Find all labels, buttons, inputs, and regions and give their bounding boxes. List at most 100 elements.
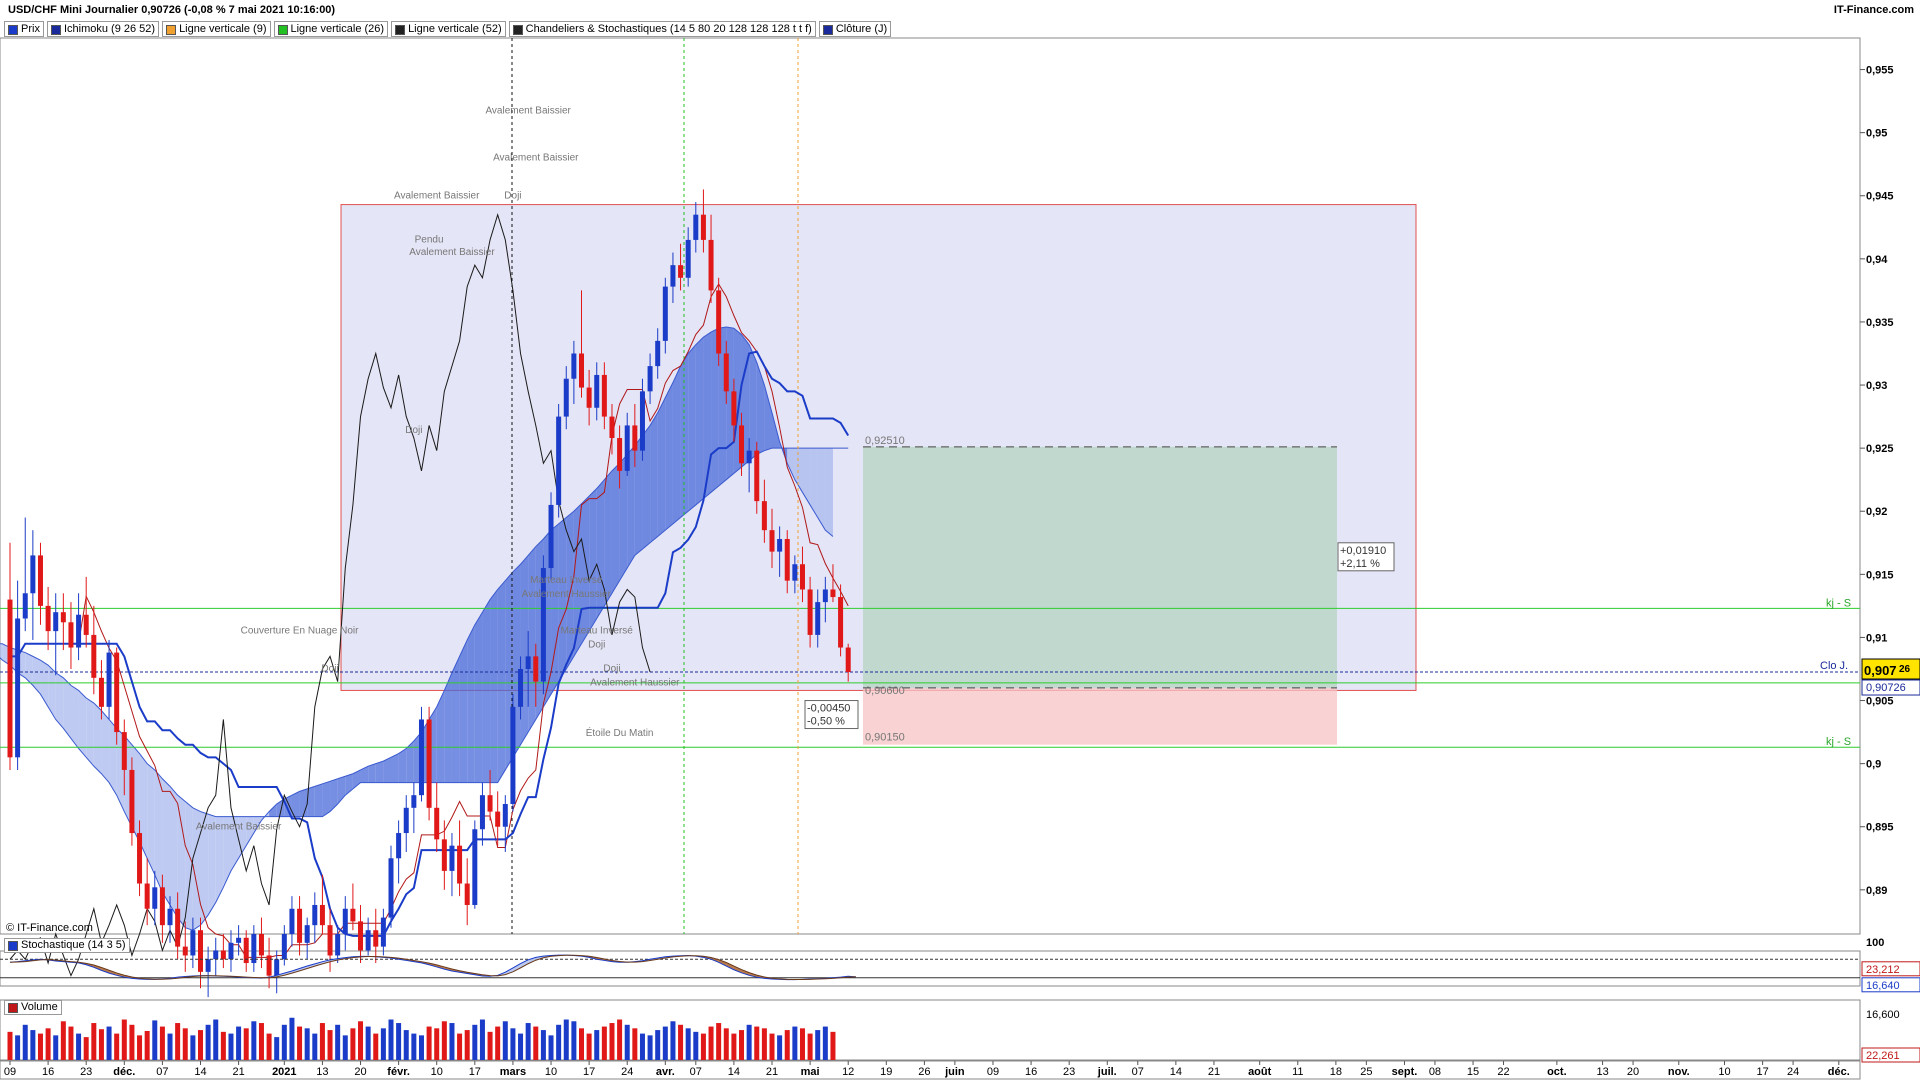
volume-bar xyxy=(396,1023,402,1060)
cloud-segment xyxy=(147,763,155,875)
pattern-label: Étoile Du Matin xyxy=(586,726,654,739)
volume-bar xyxy=(380,1028,386,1060)
price-tick-label: 0,925 xyxy=(1866,443,1894,455)
candle-body xyxy=(289,908,295,934)
volume-bar xyxy=(434,1028,440,1060)
volume-bar xyxy=(723,1028,729,1060)
time-tick-label: 14 xyxy=(728,1066,740,1078)
volume-bar xyxy=(159,1026,165,1060)
time-tick-label: 07 xyxy=(690,1066,702,1078)
cloud-segment xyxy=(482,599,491,783)
cloud-segment xyxy=(314,783,323,817)
cloud-segment xyxy=(665,382,673,531)
candle-body xyxy=(609,416,615,439)
time-tick-label: 15 xyxy=(1467,1066,1479,1078)
time-tick-label: 14 xyxy=(194,1066,206,1078)
volume-bar xyxy=(30,1030,36,1060)
cloud-segment xyxy=(611,463,620,594)
candle-body xyxy=(91,634,97,678)
candle-body xyxy=(495,811,501,827)
cloud-segment xyxy=(672,366,681,524)
candle-body xyxy=(685,239,691,278)
cloud-segment xyxy=(695,337,704,505)
time-tick-label: 21 xyxy=(232,1066,244,1078)
candle-body xyxy=(655,340,661,367)
cloud-segment xyxy=(467,624,475,783)
volume-bar xyxy=(761,1028,767,1060)
candle-body xyxy=(556,416,562,505)
time-tick-label: mai xyxy=(801,1066,820,1078)
candle-body xyxy=(822,589,828,603)
volume-swatch-icon xyxy=(8,1002,18,1013)
volume-bar xyxy=(236,1026,242,1060)
loss-abs-label: -0,00450 xyxy=(807,703,850,715)
volume-bar xyxy=(68,1026,74,1060)
volume-bar xyxy=(220,1031,226,1060)
candle-body xyxy=(441,839,447,871)
time-tick-label: nov. xyxy=(1668,1066,1690,1078)
volume-bar xyxy=(198,1030,203,1060)
cloud-segment xyxy=(688,344,696,512)
volume-bar xyxy=(350,1028,356,1060)
candle-body xyxy=(396,833,402,859)
time-tick-label: 26 xyxy=(918,1066,930,1078)
volume-bar xyxy=(716,1023,722,1060)
time-tick-label: 09 xyxy=(987,1066,999,1078)
stochastic-pane-label[interactable]: Stochastique (14 3 5) xyxy=(4,938,130,953)
cloud-segment xyxy=(162,778,171,905)
candle-body xyxy=(236,937,242,943)
candle-body xyxy=(358,921,364,951)
volume-bar xyxy=(586,1033,592,1060)
volume-bar xyxy=(274,1037,280,1060)
pattern-label: Avalement Baissier xyxy=(409,247,495,258)
cloud-segment xyxy=(391,753,399,783)
volume-bar xyxy=(37,1033,43,1060)
time-tick-label: 16 xyxy=(1025,1066,1037,1078)
pattern-label: Avalement Baissier xyxy=(394,190,480,201)
volume-bar xyxy=(799,1028,805,1060)
volume-bar xyxy=(98,1029,104,1060)
time-tick-label: 10 xyxy=(431,1066,443,1078)
cloud-segment xyxy=(383,757,391,783)
candle-body xyxy=(700,214,706,240)
cloud-segment xyxy=(177,795,186,928)
candle-body xyxy=(98,677,104,707)
time-tick-label: 09 xyxy=(4,1066,16,1078)
candle-body xyxy=(746,450,752,464)
candle-body xyxy=(731,391,737,426)
gain-pct-label: +2,11 % xyxy=(1340,558,1380,570)
volume-bar xyxy=(822,1026,828,1060)
time-tick-label: 20 xyxy=(354,1066,366,1078)
pattern-label: Avalement Baissier xyxy=(196,821,282,832)
candle-body xyxy=(380,917,386,947)
volume-bar xyxy=(129,1024,135,1060)
candle-body xyxy=(60,612,66,623)
target-price-label: 0,92510 xyxy=(865,435,905,447)
volume-bar xyxy=(784,1030,790,1060)
candle xyxy=(556,403,562,518)
volume-bar xyxy=(502,1021,508,1060)
candle-body xyxy=(335,934,341,956)
price-chart[interactable]: 0,89 0,895 0,9 0,905 0,91 0,915 0,92 0,925 0,93 0… xyxy=(0,0,1920,1080)
price-tick-label: 0,9 xyxy=(1866,759,1881,771)
volume-bar xyxy=(685,1028,691,1060)
candle-body xyxy=(30,555,36,594)
stochastic-readout-2: 16,640 xyxy=(1866,980,1900,992)
volume-pane-label[interactable]: Volume xyxy=(4,1000,62,1015)
candle-body xyxy=(754,450,760,502)
volume-bar xyxy=(15,1035,21,1060)
cloud-segment xyxy=(101,710,110,783)
volume-bar xyxy=(411,1033,417,1060)
candle-body xyxy=(312,904,318,926)
candle-body xyxy=(205,959,211,972)
time-tick-label: févr. xyxy=(387,1066,410,1078)
time-tick-label: mars xyxy=(500,1066,526,1078)
candle-body xyxy=(464,883,470,905)
candle-body xyxy=(319,904,325,926)
time-tick-label: sept. xyxy=(1392,1066,1418,1078)
volume-bar xyxy=(137,1035,143,1060)
pattern-label: Avalement Haussier xyxy=(590,677,680,688)
volume-bar xyxy=(228,1033,234,1060)
volume-bar xyxy=(693,1031,699,1060)
time-tick-label: 21 xyxy=(1208,1066,1220,1078)
